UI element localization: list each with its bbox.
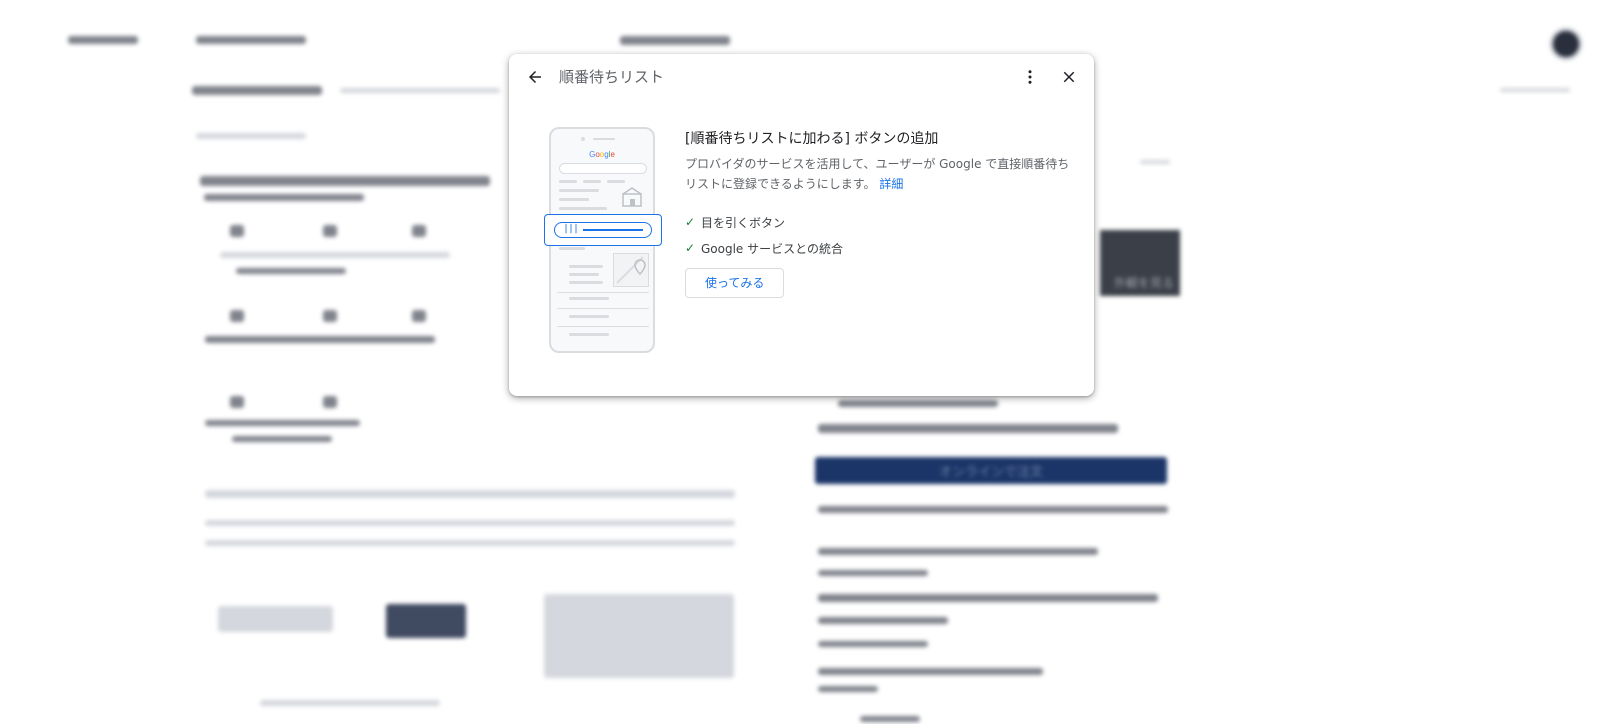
google-logo: Google (551, 150, 653, 159)
bg-icon-labels-3 (205, 336, 435, 343)
bg-right-row-10 (860, 716, 920, 722)
bg-cards-text (205, 520, 735, 526)
bg-card-image-2 (386, 604, 466, 638)
bg-right-row-4 (818, 548, 1098, 555)
close-button[interactable] (1057, 65, 1081, 89)
phone-divider (557, 292, 649, 293)
bg-right-row-5 (818, 570, 928, 576)
arrow-back-icon (529, 71, 541, 83)
bg-icon-labels (220, 252, 450, 258)
bg-icon (323, 310, 337, 322)
order-online-button[interactable]: オンラインで注文 (815, 457, 1167, 484)
bg-heading-row (200, 176, 490, 186)
bg-right-row-2 (818, 424, 1118, 433)
close-icon (1063, 71, 1075, 83)
bg-right-row-6 (818, 617, 948, 624)
more-vert-icon (1028, 70, 1032, 84)
description-text: プロバイダのサービスを活用して、ユーザーが Google で直接順番待ちリストに… (685, 157, 1070, 191)
phone-hours (569, 297, 609, 300)
feature-heading: [順番待ちリストに加わる] ボタンの追加 (685, 131, 939, 147)
phone-web (569, 333, 609, 336)
bg-footer-text (260, 700, 440, 706)
storefront-icon (622, 187, 642, 207)
phone-camera (581, 137, 585, 141)
bg-right-row (838, 400, 998, 407)
bg-photo[interactable]: 外観を見る (1100, 230, 1180, 296)
bg-right-row-3 (818, 506, 1168, 513)
feature-item: ✓ Google サービスとの統合 (685, 240, 1077, 256)
bg-icon (230, 396, 244, 408)
bg-photo-caption: 外観を見る (1114, 276, 1175, 290)
dialog-title: 順番待ちリスト (559, 68, 665, 86)
bg-right-mark (1140, 160, 1170, 164)
phone-tab (607, 180, 625, 183)
phone-text (559, 247, 585, 250)
waitlist-pill-bar (583, 229, 643, 231)
bg-hours-row (818, 594, 1158, 602)
bg-card-image-3 (544, 594, 734, 678)
feature-item: ✓ 目を引くボタン (685, 214, 1077, 230)
phone-text (559, 207, 607, 210)
phone-text (569, 273, 599, 276)
phone-text (569, 281, 603, 284)
map-icon (613, 253, 649, 287)
phone-text (559, 189, 599, 192)
feature-label: Google サービスとの統合 (701, 241, 844, 256)
bg-icon (412, 225, 426, 237)
phone-text (569, 265, 603, 268)
bg-cards-title (205, 490, 735, 498)
bg-nav-row (192, 86, 322, 95)
feature-label: 目を引くボタン (701, 215, 786, 230)
bg-icon (323, 225, 337, 237)
details-link[interactable]: 詳細 (879, 177, 903, 191)
bg-logo (68, 36, 138, 44)
bg-icon (230, 225, 244, 237)
bg-icon-labels-4 (205, 420, 360, 426)
phone-stars (559, 198, 589, 201)
phone-phone (569, 315, 609, 318)
phone-search-box (559, 163, 647, 174)
check-icon: ✓ (685, 241, 696, 255)
check-icon: ✓ (685, 215, 696, 229)
back-button[interactable] (523, 65, 547, 89)
bg-right-row-7 (818, 641, 928, 647)
phone-tab (559, 180, 577, 183)
waitlist-dialog: 順番待ちリスト Google ᛁᛁᛁ [順番待ちリストに加わる] ボタンの追加 … (509, 54, 1094, 396)
bg-cards-text-2 (205, 540, 735, 546)
more-options-button[interactable] (1018, 65, 1042, 89)
bg-right-row-8 (818, 668, 1043, 675)
bg-icon (412, 310, 426, 322)
bg-icon-labels-2 (236, 268, 346, 274)
phone-speaker (593, 138, 615, 140)
people-icon: ᛁᛁᛁ (563, 224, 579, 235)
waitlist-button-illustration: ᛁᛁᛁ (544, 214, 662, 246)
feature-description: プロバイダのサービスを活用して、ユーザーが Google で直接順番待ちリストに… (685, 154, 1077, 194)
bg-search-text (196, 36, 306, 44)
bg-icon-labels-5 (232, 436, 332, 442)
phone-divider (557, 308, 649, 309)
bg-right-row-9 (818, 686, 878, 692)
dialog-content: [順番待ちリストに加わる] ボタンの追加 プロバイダのサービスを活用して、ユーザ… (685, 129, 1077, 298)
bg-icon (230, 310, 244, 322)
bg-top-right-text (1500, 88, 1570, 92)
bg-subtitle (196, 133, 306, 139)
feature-list: ✓ 目を引くボタン ✓ Google サービスとの統合 (685, 214, 1077, 256)
account-avatar[interactable] (1550, 28, 1582, 60)
bg-heading-row-2 (204, 194, 364, 201)
dialog-header: 順番待ちリスト (509, 54, 1094, 98)
phone-tab (583, 180, 601, 183)
logo-letter: e (610, 150, 615, 159)
phone-divider (557, 326, 649, 327)
page: 外観を見る オンラインで注文 順番待ちリスト Google ᛁᛁᛁ [順番待ちリ… (0, 0, 1600, 724)
try-it-button[interactable]: 使ってみる (685, 268, 785, 298)
bg-icon (323, 396, 337, 408)
bg-top-tabs (620, 36, 730, 45)
bg-card-image-1 (218, 606, 333, 632)
waitlist-pill: ᛁᛁᛁ (554, 222, 652, 238)
bg-nav-row-2 (340, 88, 500, 93)
